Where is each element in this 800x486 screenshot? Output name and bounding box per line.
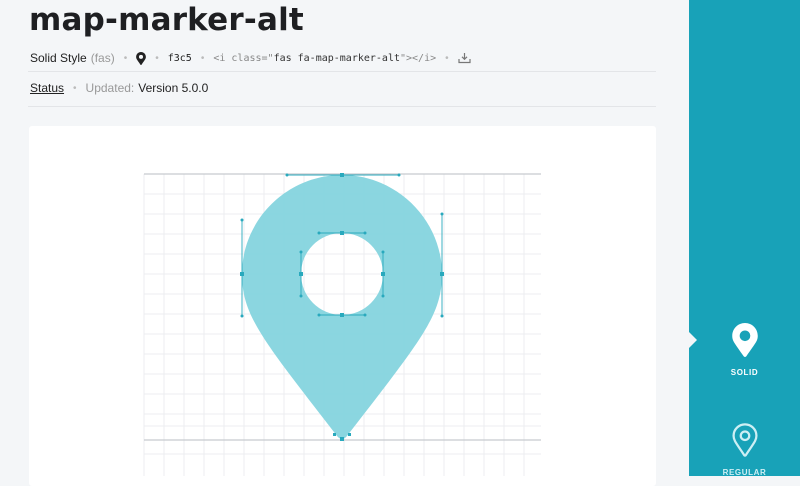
updated-version: Version 5.0.0: [138, 81, 209, 95]
download-icon[interactable]: [458, 52, 471, 64]
map-marker-regular-icon: [731, 423, 758, 462]
separator: •: [123, 52, 128, 64]
style-option-solid[interactable]: SOLID: [689, 323, 800, 377]
status-row: Status • Updated: Version 5.0.0: [30, 78, 208, 98]
separator: •: [155, 52, 159, 64]
snippet-suffix: "></i>: [400, 52, 437, 64]
page-title: map-marker-alt: [29, 2, 304, 38]
separator: •: [73, 82, 77, 94]
unicode-value[interactable]: f3c5: [168, 53, 192, 64]
divider: [28, 106, 656, 107]
snippet-class: fas fa-map-marker-alt: [273, 52, 400, 64]
status-link[interactable]: Status: [30, 81, 64, 95]
code-snippet[interactable]: <i class="fas fa-map-marker-alt"></i>: [213, 53, 436, 64]
style-name: Solid Style: [30, 51, 87, 65]
updated-label: Updated:: [85, 81, 135, 95]
style-switcher-sidebar: SOLID REGULAR: [689, 0, 800, 477]
style-code: (fas): [90, 51, 115, 65]
snippet-prefix: <i class=": [213, 52, 274, 64]
separator: •: [445, 52, 449, 64]
style-option-label: SOLID: [730, 368, 759, 377]
glyph-grid-preview: [143, 173, 541, 476]
icon-meta-row: Solid Style (fas) • • f3c5 • <i class="f…: [30, 48, 471, 68]
map-marker-glyph: [242, 175, 442, 439]
icon-detail-panel: map-marker-alt Solid Style (fas) • • f3c…: [0, 0, 689, 486]
glyph-preview-card: [29, 126, 656, 486]
style-option-regular[interactable]: REGULAR: [689, 423, 800, 477]
separator: •: [200, 52, 205, 64]
map-marker-solid-icon: [731, 323, 758, 362]
divider: [28, 71, 656, 72]
map-marker-icon: [136, 51, 147, 65]
